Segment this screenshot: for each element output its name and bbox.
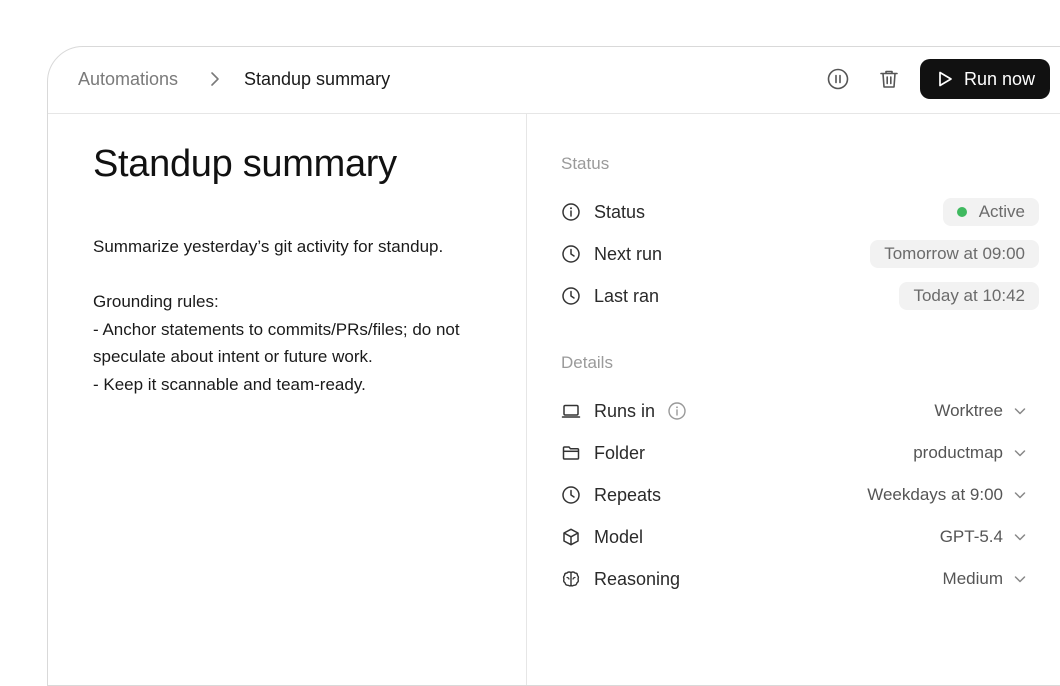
prompt-line: - Anchor statements to commits/PRs/files… — [93, 319, 460, 367]
laptop-icon — [561, 401, 581, 421]
model-value: GPT-5.4 — [939, 527, 1003, 546]
model-label: Model — [594, 526, 644, 547]
clock-icon — [561, 485, 581, 505]
last-ran-value: Today at 10:42 — [899, 282, 1039, 310]
play-icon — [939, 71, 952, 87]
breadcrumb-automations[interactable]: Automations — [78, 69, 178, 90]
chevron-down-icon — [1014, 492, 1026, 499]
last-ran-label: Last ran — [594, 285, 660, 306]
prompt-line: Summarize yesterday’s git activity for s… — [93, 237, 444, 256]
details-section-label: Details — [561, 353, 613, 372]
cube-icon — [561, 527, 581, 547]
automation-prompt[interactable]: Summarize yesterday’s git activity for s… — [93, 233, 473, 398]
repeats-value: Weekdays at 9:00 — [867, 485, 1003, 504]
clock-icon — [561, 244, 581, 264]
status-section-label: Status — [561, 154, 610, 173]
chevron-down-icon — [1014, 408, 1026, 415]
runs-in-value: Worktree — [934, 401, 1003, 420]
brain-icon — [561, 569, 581, 589]
status-label: Status — [594, 201, 646, 222]
runs-in-label: Runs in — [594, 400, 656, 421]
repeats-select[interactable]: Weekdays at 9:00 — [867, 485, 1039, 505]
prompt-blank-line — [93, 261, 473, 289]
chevron-down-icon — [1014, 576, 1026, 583]
last-ran-row: Last ran Today at 10:42 — [561, 281, 1039, 311]
next-run-row: Next run Tomorrow at 09:00 — [561, 239, 1039, 269]
info-icon — [561, 202, 581, 222]
top-bar: Automations Standup summary Run now — [48, 47, 1060, 114]
reasoning-label: Reasoning — [594, 568, 681, 589]
breadcrumb-current: Standup summary — [244, 69, 391, 89]
folder-icon — [561, 443, 581, 463]
status-dot — [956, 207, 967, 217]
folder-label: Folder — [594, 442, 646, 463]
status-badge: Active — [942, 198, 1039, 226]
chevron-down-icon — [1014, 450, 1026, 457]
next-run-value: Tomorrow at 09:00 — [870, 240, 1039, 268]
next-run-label: Next run — [594, 243, 663, 264]
pause-circle-icon — [827, 68, 849, 90]
model-row: Model GPT-5.4 — [561, 522, 1039, 552]
column-divider — [526, 113, 527, 685]
status-value: Active — [978, 202, 1025, 221]
run-now-button[interactable]: Run now — [920, 59, 1050, 99]
trash-icon — [880, 70, 898, 88]
automation-window: Automations Standup summary Run now Stan… — [47, 46, 1060, 686]
folder-value: productmap — [913, 443, 1003, 462]
folder-row: Folder productmap — [561, 438, 1039, 468]
clock-icon — [561, 286, 581, 306]
run-now-label: Run now — [964, 68, 1036, 89]
prompt-line: Grounding rules: — [93, 292, 219, 311]
reasoning-select[interactable]: Medium — [943, 569, 1039, 589]
model-select[interactable]: GPT-5.4 — [940, 527, 1039, 547]
repeats-row: Repeats Weekdays at 9:00 — [561, 480, 1039, 510]
reasoning-value: Medium — [942, 569, 1003, 588]
reasoning-row: Reasoning Medium — [561, 564, 1039, 594]
chevron-right-icon — [211, 72, 219, 86]
chevron-down-icon — [1014, 534, 1026, 541]
page-title: Standup summary — [93, 143, 397, 185]
folder-select[interactable]: productmap — [913, 443, 1039, 463]
runs-in-select[interactable]: Worktree — [934, 401, 1039, 421]
runs-in-row: Runs in Worktree — [561, 396, 1039, 426]
pause-button[interactable] — [825, 66, 851, 92]
prompt-line: - Keep it scannable and team-ready. — [93, 374, 366, 394]
delete-button[interactable] — [876, 66, 902, 92]
status-row: Status Active — [561, 197, 1039, 227]
info-icon[interactable] — [667, 401, 687, 421]
repeats-label: Repeats — [594, 484, 662, 505]
